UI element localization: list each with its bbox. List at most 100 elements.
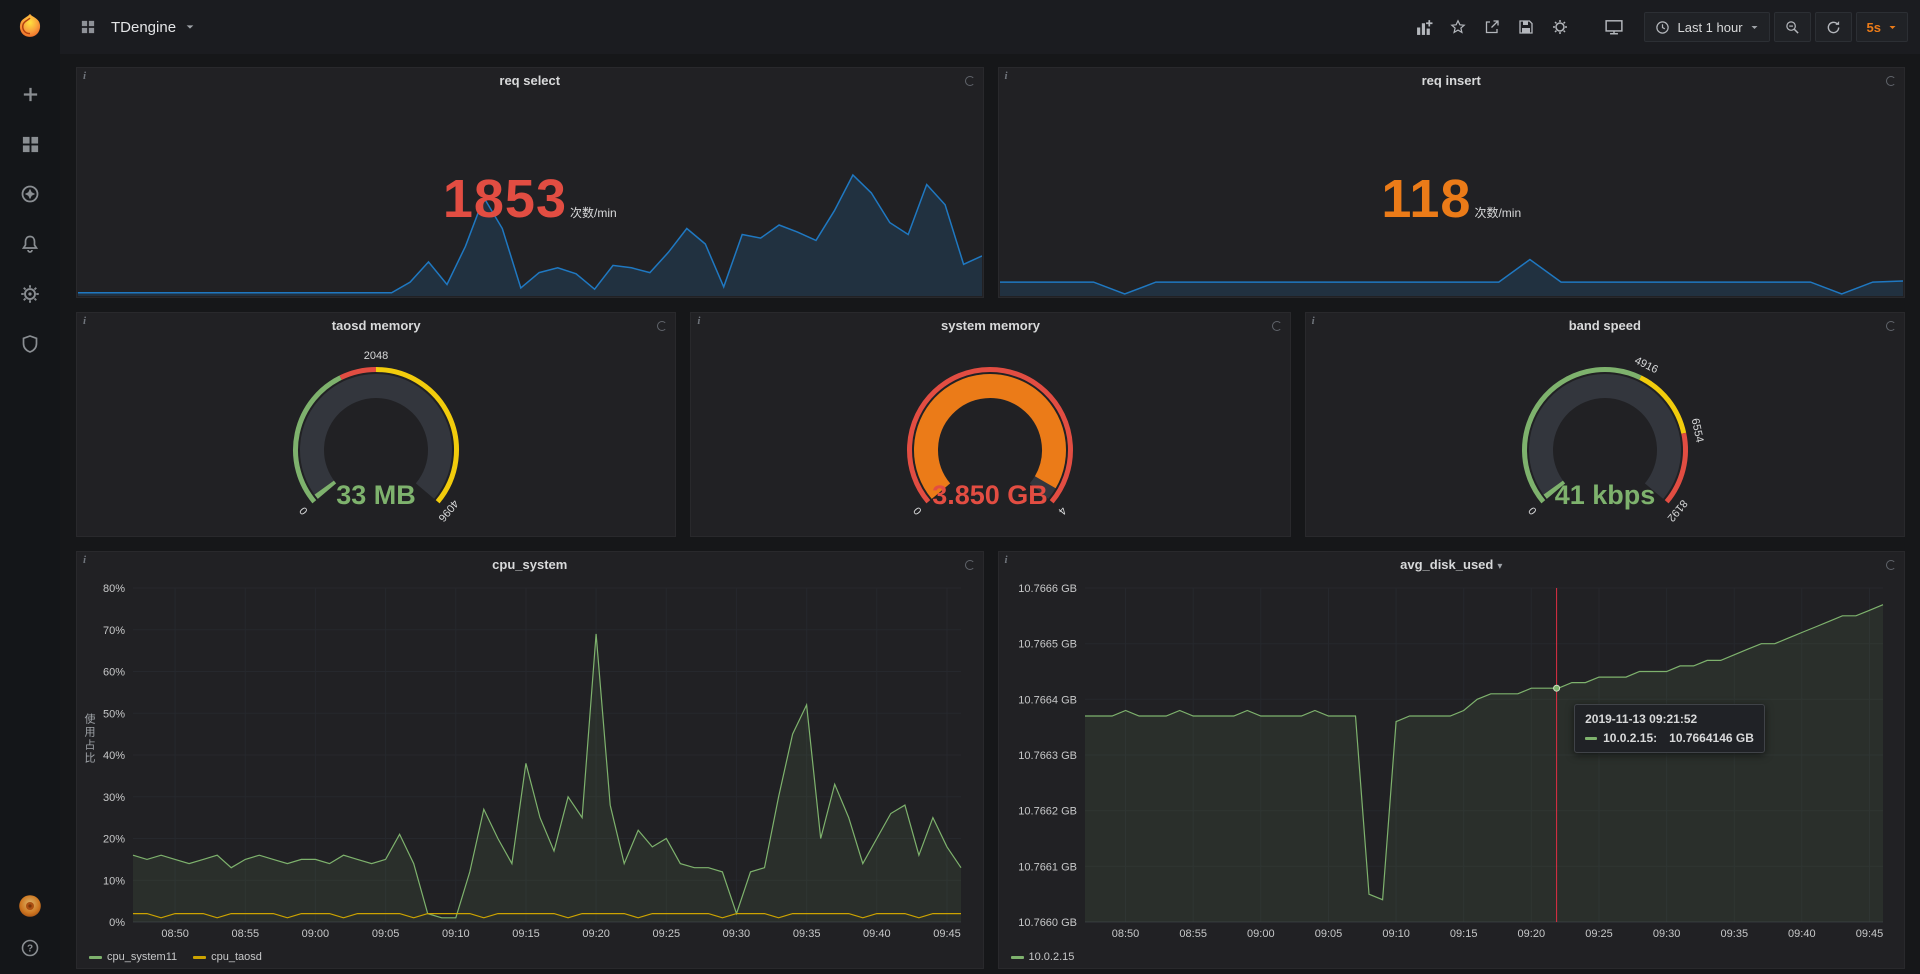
tooltip-series-value: 10.7664146 GB	[1669, 731, 1754, 745]
panel-title[interactable]: cpu_system	[77, 552, 983, 578]
legend-swatch	[89, 956, 102, 959]
dashboard-grid-icon[interactable]	[74, 13, 102, 41]
singlestat-value: 1853次数/min	[78, 168, 982, 230]
singlestat-value: 118次数/min	[1000, 168, 1904, 230]
sidebar-item-alerting[interactable]	[18, 232, 42, 256]
chevron-down-icon[interactable]	[185, 22, 195, 32]
svg-text:09:15: 09:15	[512, 928, 540, 940]
svg-text:20%: 20%	[103, 834, 125, 846]
panel-title[interactable]: system memory	[691, 313, 1289, 339]
main-area: TDengine	[60, 0, 1920, 974]
time-controls: Last 1 hour	[1644, 12, 1908, 42]
legend-item-cpu-taosd[interactable]: cpu_taosd	[193, 951, 262, 963]
cycle-view-mode-button[interactable]	[1600, 13, 1628, 41]
save-dashboard-button[interactable]	[1512, 13, 1540, 41]
panel-cpu-system: i cpu_system 使用占比 80%70%60%50%40%30%20%1…	[76, 551, 984, 969]
sidebar-item-configuration[interactable]	[18, 282, 42, 306]
panel-avg-disk-used: i avg_disk_used▾ 2019-11-13 09:21:52 10.…	[998, 551, 1906, 969]
svg-text:0: 0	[298, 504, 311, 516]
panel-info-icon[interactable]: i	[83, 315, 86, 327]
tooltip-series-name: 10.0.2.15:	[1603, 731, 1657, 745]
stat-unit: 次数/min	[570, 206, 617, 220]
panel-title[interactable]: band speed	[1306, 313, 1904, 339]
legend-item-cpu-system11[interactable]: cpu_system11	[89, 951, 177, 963]
cpu-graph[interactable]: 80%70%60%50%40%30%20%10%0%08:5008:5509:0…	[85, 582, 975, 942]
legend-swatch	[193, 956, 206, 959]
row-gauges: i taosd memory 02048409633 MB i system m…	[76, 312, 1905, 537]
svg-text:09:35: 09:35	[793, 928, 821, 940]
sidebar-item-server-admin[interactable]	[18, 332, 42, 356]
panel-info-icon[interactable]: i	[697, 315, 700, 327]
refresh-icon	[1826, 20, 1841, 35]
refresh-interval-picker[interactable]: 5s	[1856, 12, 1908, 42]
svg-text:09:20: 09:20	[582, 928, 610, 940]
zoom-out-time-button[interactable]	[1774, 12, 1811, 42]
gear-icon	[20, 284, 40, 304]
sidebar-item-explore[interactable]	[18, 182, 42, 206]
star-dashboard-button[interactable]	[1444, 13, 1472, 41]
sidebar-item-dashboards[interactable]	[18, 132, 42, 156]
svg-text:30%: 30%	[103, 792, 125, 804]
svg-text:09:35: 09:35	[1720, 928, 1748, 940]
gauge-chart: 02048409633 MB	[77, 339, 675, 534]
panel-info-icon[interactable]: i	[1005, 554, 1008, 566]
svg-text:10.7665 GB: 10.7665 GB	[1018, 639, 1077, 651]
stat-value: 1853	[443, 169, 567, 229]
y-axis-label: 使用占比	[81, 713, 97, 765]
dashboard-settings-button[interactable]	[1546, 13, 1574, 41]
legend-swatch	[1011, 956, 1024, 959]
panel-title[interactable]: req select	[77, 68, 983, 94]
gear-icon	[1552, 19, 1568, 35]
svg-text:09:00: 09:00	[1247, 928, 1275, 940]
svg-text:41 kbps: 41 kbps	[1555, 480, 1656, 510]
gauge-chart: 049166554819241 kbps	[1306, 339, 1904, 534]
panel-loading-spinner	[1886, 321, 1896, 331]
legend-label: cpu_taosd	[211, 951, 262, 963]
share-dashboard-button[interactable]	[1478, 13, 1506, 41]
panel-title[interactable]: avg_disk_used▾	[999, 552, 1905, 578]
panel-info-icon[interactable]: i	[83, 70, 86, 82]
navbar-right: Last 1 hour	[1410, 12, 1908, 42]
graph-legend: 10.0.2.15	[1011, 951, 1075, 963]
user-avatar[interactable]	[18, 894, 42, 918]
dashboard-title[interactable]: TDengine	[111, 19, 176, 36]
svg-text:10.7660 GB: 10.7660 GB	[1018, 917, 1077, 929]
tooltip-series-swatch	[1585, 737, 1597, 740]
panel-info-icon[interactable]: i	[1005, 70, 1008, 82]
svg-text:10.7662 GB: 10.7662 GB	[1018, 806, 1077, 818]
refresh-button[interactable]	[1815, 12, 1852, 42]
grafana-logo[interactable]	[0, 0, 60, 54]
svg-text:0%: 0%	[109, 917, 125, 929]
grafana-flame-icon	[15, 12, 45, 42]
add-panel-icon	[1416, 19, 1433, 36]
legend-item-host[interactable]: 10.0.2.15	[1011, 951, 1075, 963]
disk-graph[interactable]: 2019-11-13 09:21:52 10.0.2.15: 10.766414…	[1007, 582, 1897, 942]
svg-text:40%: 40%	[103, 750, 125, 762]
shield-icon	[20, 334, 40, 354]
panel-info-icon[interactable]: i	[83, 554, 86, 566]
row-singlestats: i req select 1853次数/min i req insert	[76, 67, 1905, 298]
add-panel-button[interactable]	[1410, 13, 1438, 41]
svg-text:09:10: 09:10	[1382, 928, 1410, 940]
legend-label: 10.0.2.15	[1029, 951, 1075, 963]
panel-title[interactable]: req insert	[999, 68, 1905, 94]
svg-text:09:20: 09:20	[1517, 928, 1545, 940]
panel-title[interactable]: taosd memory	[77, 313, 675, 339]
svg-text:09:25: 09:25	[653, 928, 681, 940]
sidebar-item-create[interactable]	[18, 82, 42, 106]
panel-system-memory: i system memory 043.850 GB	[690, 312, 1290, 537]
monitor-icon	[1605, 18, 1623, 36]
panel-menu-caret-icon[interactable]: ▾	[1497, 561, 1502, 572]
chevron-down-icon	[1750, 23, 1759, 32]
star-icon	[1450, 19, 1466, 35]
clock-icon	[1655, 20, 1670, 35]
panel-title-text: system memory	[941, 318, 1040, 333]
panel-info-icon[interactable]: i	[1312, 315, 1315, 327]
panel-req-insert: i req insert 118次数/min	[998, 67, 1906, 298]
sidebar: ?	[0, 0, 60, 974]
sidebar-item-help[interactable]: ?	[18, 936, 42, 960]
time-range-picker[interactable]: Last 1 hour	[1644, 12, 1769, 42]
share-icon	[1484, 19, 1500, 35]
panel-loading-spinner	[965, 76, 975, 86]
panel-title-text: req select	[499, 73, 560, 88]
